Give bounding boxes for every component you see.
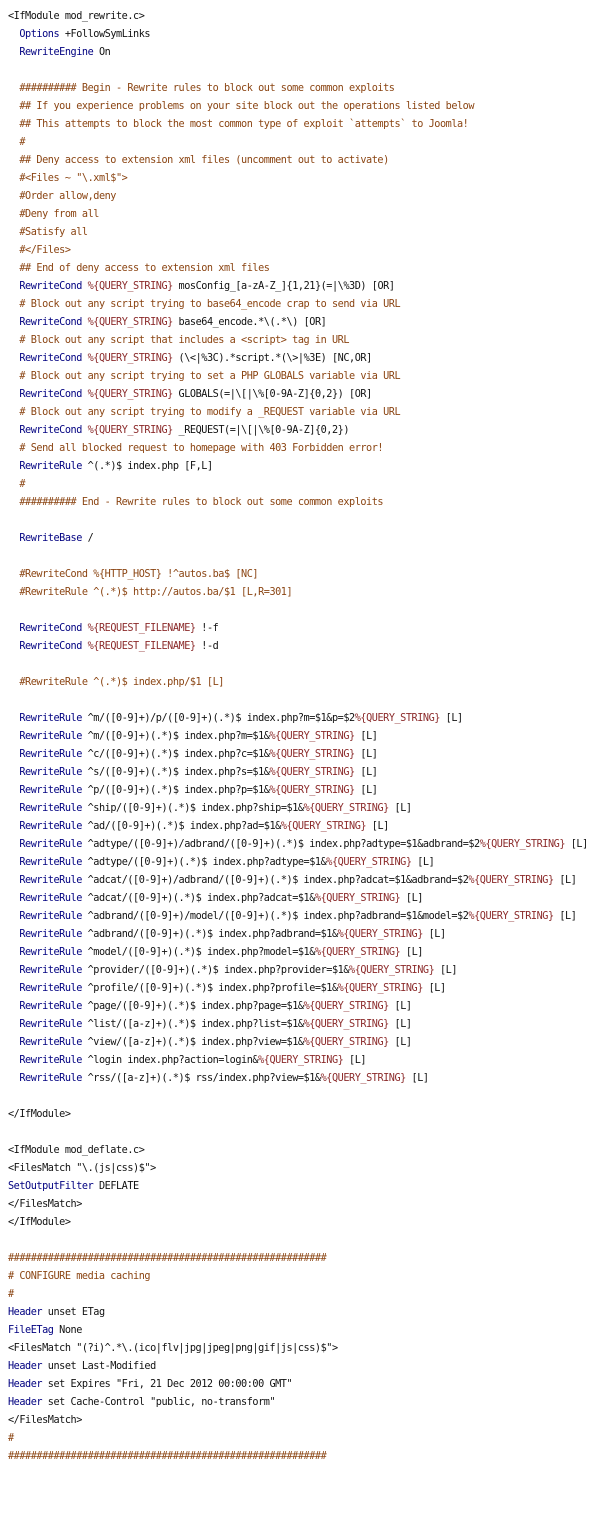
code-line: #Order allow,deny: [8, 191, 116, 202]
code-line: Header unset Last-Modified: [8, 1361, 156, 1372]
code-line: FileETag None: [8, 1325, 82, 1336]
code-line: Header unset ETag: [8, 1307, 105, 1318]
code-line: RewriteBase /: [19, 533, 94, 544]
code-line: RewriteRule ^adbrand/([0-9]+)/model/([0-…: [19, 911, 577, 922]
code-line: RewriteRule ^adtype/([0-9]+)(.*)$ index.…: [19, 857, 435, 868]
code-line: RewriteCond %{QUERY_STRING} (\<|%3C).*sc…: [19, 353, 372, 364]
code-line: #RewriteCond %{HTTP_HOST} !^autos.ba$ [N…: [8, 569, 259, 580]
code-line: RewriteCond %{QUERY_STRING} mosConfig_[a…: [19, 281, 395, 292]
code-line: #</Files>: [8, 245, 71, 256]
code-line: RewriteRule ^rss/([a-z]+)(.*)$ rss/index…: [19, 1073, 429, 1084]
code-line: ########## End - Rewrite rules to block …: [8, 497, 384, 508]
code-line: # Block out any script trying to base64_…: [8, 299, 401, 310]
code-line: RewriteCond %{QUERY_STRING} base64_encod…: [19, 317, 327, 328]
code-line: </IfModule>: [8, 1217, 71, 1228]
code-line: RewriteRule ^ship/([0-9]+)(.*)$ index.ph…: [19, 803, 412, 814]
code-line: SetOutputFilter DEFLATE: [8, 1181, 139, 1192]
code-line: # Block out any script that includes a <…: [8, 335, 350, 346]
code-line: RewriteCond %{REQUEST_FILENAME} !-d: [19, 641, 219, 652]
code-line: #RewriteRule ^(.*)$ index.php/$1 [L]: [8, 677, 224, 688]
code-line: ########################################…: [8, 1253, 327, 1264]
code-line: #: [8, 137, 26, 148]
htaccess-code-block: <IfModule mod_rewrite.c> Options +Follow…: [8, 8, 593, 1466]
code-line: <FilesMatch "(?i)^.*\.(ico|flv|jpg|jpeg|…: [8, 1343, 338, 1354]
code-line: </FilesMatch>: [8, 1199, 82, 1210]
code-line: # Block out any script trying to modify …: [8, 407, 401, 418]
code-line: <IfModule mod_deflate.c>: [8, 1145, 145, 1156]
code-line: Options +FollowSymLinks: [19, 29, 151, 40]
code-line: ########## Begin - Rewrite rules to bloc…: [8, 83, 395, 94]
code-line: Header set Cache-Control "public, no-tra…: [8, 1397, 276, 1408]
code-line: RewriteRule ^provider/([0-9]+)(.*)$ inde…: [19, 965, 458, 976]
code-line: RewriteRule ^(.*)$ index.php [F,L]: [19, 461, 213, 472]
code-line: RewriteRule ^ad/([0-9]+)(.*)$ index.php?…: [19, 821, 389, 832]
code-line: RewriteEngine On: [19, 47, 111, 58]
code-line: RewriteRule ^view/([a-z]+)(.*)$ index.ph…: [19, 1037, 412, 1048]
code-line: RewriteRule ^adtype/([0-9]+)/adbrand/([0…: [19, 839, 588, 850]
code-line: RewriteRule ^adbrand/([0-9]+)(.*)$ index…: [19, 929, 446, 940]
code-line: RewriteRule ^p/([0-9]+)(.*)$ index.php?p…: [19, 785, 378, 796]
code-line: </FilesMatch>: [8, 1415, 82, 1426]
code-line: # CONFIGURE media caching: [8, 1271, 151, 1282]
code-line: RewriteRule ^m/([0-9]+)(.*)$ index.php?m…: [19, 731, 378, 742]
htaccess-code-viewer: <IfModule mod_rewrite.c> Options +Follow…: [0, 0, 600, 1528]
code-line: ## End of deny access to extension xml f…: [8, 263, 270, 274]
code-line: ## If you experience problems on your si…: [8, 101, 475, 112]
code-line: RewriteRule ^page/([0-9]+)(.*)$ index.ph…: [19, 1001, 412, 1012]
code-line: <IfModule mod_rewrite.c>: [8, 11, 145, 22]
code-line: RewriteCond %{QUERY_STRING} GLOBALS(=|\[…: [19, 389, 372, 400]
code-line: <FilesMatch "\.(js|css)$">: [8, 1163, 156, 1174]
code-line: #RewriteRule ^(.*)$ http://autos.ba/$1 […: [8, 587, 293, 598]
code-line: Header set Expires "Fri, 21 Dec 2012 00:…: [8, 1379, 293, 1390]
code-line: RewriteCond %{REQUEST_FILENAME} !-f: [19, 623, 219, 634]
code-line: #: [8, 1289, 14, 1300]
code-line: #: [8, 1433, 14, 1444]
code-line: # Send all blocked request to homepage w…: [8, 443, 384, 454]
code-line: ########################################…: [8, 1451, 327, 1462]
code-line: </IfModule>: [8, 1109, 71, 1120]
code-line: RewriteRule ^m/([0-9]+)/p/([0-9]+)(.*)$ …: [19, 713, 463, 724]
code-line: ## This attempts to block the most commo…: [8, 119, 469, 130]
code-line: RewriteRule ^login index.php?action=logi…: [19, 1055, 367, 1066]
code-line: RewriteRule ^adcat/([0-9]+)(.*)$ index.p…: [19, 893, 423, 904]
code-line: RewriteCond %{QUERY_STRING} _REQUEST(=|\…: [19, 425, 350, 436]
code-line: RewriteRule ^profile/([0-9]+)(.*)$ index…: [19, 983, 446, 994]
code-line: #<Files ~ "\.xml$">: [8, 173, 128, 184]
code-line: # Block out any script trying to set a P…: [8, 371, 401, 382]
code-line: #Satisfy all: [8, 227, 88, 238]
code-line: #Deny from all: [8, 209, 99, 220]
code-line: RewriteRule ^s/([0-9]+)(.*)$ index.php?s…: [19, 767, 378, 778]
code-line: RewriteRule ^adcat/([0-9]+)/adbrand/([0-…: [19, 875, 577, 886]
code-line: RewriteRule ^list/([a-z]+)(.*)$ index.ph…: [19, 1019, 412, 1030]
code-line: #: [8, 479, 26, 490]
code-line: RewriteRule ^model/([0-9]+)(.*)$ index.p…: [19, 947, 423, 958]
code-line: RewriteRule ^c/([0-9]+)(.*)$ index.php?c…: [19, 749, 378, 760]
code-line: ## Deny access to extension xml files (u…: [8, 155, 389, 166]
